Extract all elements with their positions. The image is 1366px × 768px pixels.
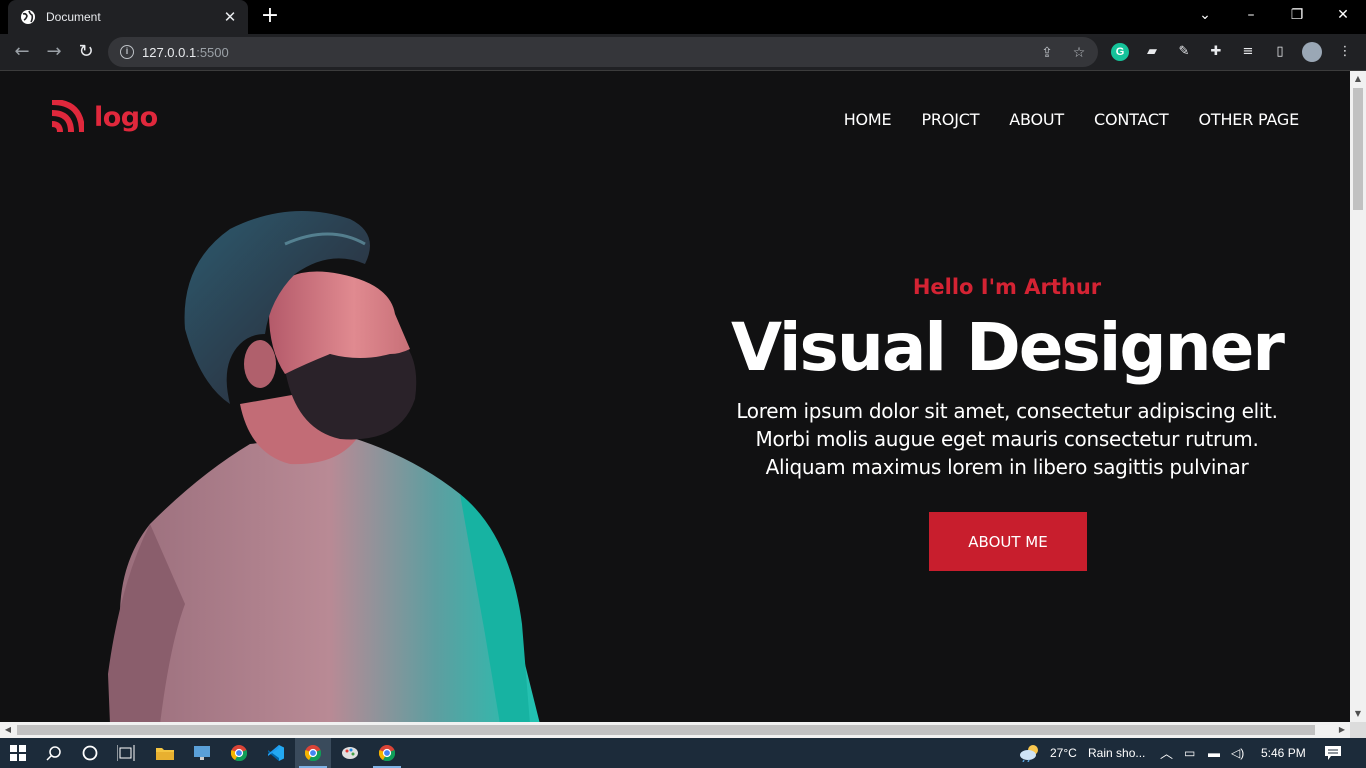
vertical-scroll-thumb[interactable] <box>1353 88 1363 210</box>
task-view-icon[interactable] <box>108 738 144 768</box>
cortana-icon[interactable] <box>72 738 108 768</box>
tab-close-icon[interactable]: ✕ <box>222 8 238 26</box>
pen-extension-icon[interactable]: ✎ <box>1175 43 1193 61</box>
back-button[interactable]: ← <box>9 40 35 66</box>
remote-desktop-icon[interactable] <box>184 738 220 768</box>
share-icon[interactable]: ⇪ <box>1038 44 1056 62</box>
close-window-button[interactable]: ✕ <box>1320 0 1366 32</box>
nav-item-other-page[interactable]: OTHER PAGE <box>1198 110 1299 129</box>
nav-item-project[interactable]: PROJCT <box>921 110 979 129</box>
logo-icon <box>51 100 84 133</box>
file-explorer-icon[interactable] <box>147 738 183 768</box>
hero-description-line: Aliquam maximus lorem in libero sagittis… <box>765 455 1249 479</box>
bookmark-star-icon[interactable]: ☆ <box>1070 44 1088 62</box>
browser-menu-icon[interactable]: ⋮ <box>1336 43 1354 61</box>
main-nav: HOME PROJCT ABOUT CONTACT OTHER PAGE <box>844 110 1300 129</box>
hero-title: Visual Designer <box>731 309 1285 386</box>
extensions-puzzle-icon[interactable]: ✚ <box>1207 43 1225 61</box>
notification-center-icon[interactable] <box>1318 738 1348 768</box>
search-icon[interactable] <box>36 738 72 768</box>
extension-icon[interactable]: ▰ <box>1143 43 1161 61</box>
battery-icon[interactable]: ▬ <box>1208 746 1220 760</box>
network-icon[interactable]: ▭ <box>1184 746 1195 760</box>
tab-title: Document <box>46 10 101 24</box>
chrome-icon[interactable] <box>369 738 405 768</box>
scroll-down-icon[interactable]: ▼ <box>1350 706 1366 722</box>
site-logo[interactable]: logo <box>50 100 158 134</box>
paint-icon[interactable] <box>332 738 368 768</box>
hero-description-line: Morbi molis augue eget mauris consectetu… <box>755 427 1259 451</box>
address-bar[interactable]: i 127.0.0.1:5500 ⇪ ☆ <box>108 37 1098 67</box>
taskbar-clock[interactable]: 5:46 PM <box>1261 746 1306 760</box>
browser-toolbar: ← → ↻ i 127.0.0.1:5500 ⇪ ☆ G ▰ ✎ ✚ ≡ ▯ ⋮ <box>0 34 1366 71</box>
weather-description[interactable]: Rain sho... <box>1088 746 1145 760</box>
windows-start-icon[interactable] <box>0 738 36 768</box>
scroll-up-icon[interactable]: ▲ <box>1350 71 1366 87</box>
nav-item-home[interactable]: HOME <box>844 110 892 129</box>
site-info-icon[interactable]: i <box>120 45 134 59</box>
media-controls-icon[interactable]: ≡ <box>1239 43 1257 61</box>
about-me-button[interactable]: ABOUT ME <box>929 512 1087 571</box>
hero-greeting: Hello I'm Arthur <box>912 275 1102 299</box>
profile-avatar[interactable] <box>1302 42 1322 62</box>
hero-portrait-image <box>108 211 540 722</box>
page-viewport: logo HOME PROJCT ABOUT CONTACT OTHER PAG… <box>0 71 1350 722</box>
reload-button[interactable]: ↻ <box>73 40 99 66</box>
tab-search-icon[interactable]: ⌄ <box>1182 0 1228 32</box>
hero-description: Lorem ipsum dolor sit amet, consectetur … <box>664 397 1350 481</box>
grammarly-extension-icon[interactable]: G <box>1111 43 1129 61</box>
chrome-icon[interactable] <box>295 738 331 768</box>
url-port: :5500 <box>196 44 229 60</box>
chrome-icon[interactable] <box>221 738 257 768</box>
minimize-button[interactable]: – <box>1228 0 1274 32</box>
nav-item-contact[interactable]: CONTACT <box>1094 110 1169 129</box>
vertical-scrollbar[interactable]: ▲ ▼ <box>1350 71 1366 722</box>
horizontal-scrollbar[interactable]: ◀ ▶ <box>0 722 1350 738</box>
side-panel-icon[interactable]: ▯ <box>1271 43 1289 61</box>
vscode-icon[interactable] <box>258 738 294 768</box>
forward-button[interactable]: → <box>41 40 67 66</box>
globe-icon <box>21 10 35 24</box>
url-host: 127.0.0.1 <box>142 44 197 60</box>
hero-description-line: Lorem ipsum dolor sit amet, consectetur … <box>736 399 1278 423</box>
new-tab-button[interactable]: + <box>258 5 282 29</box>
weather-temperature[interactable]: 27°C <box>1050 746 1077 760</box>
nav-item-about[interactable]: ABOUT <box>1009 110 1064 129</box>
browser-tab-strip: Document ✕ + ⌄ – ❐ ✕ <box>0 0 1366 34</box>
restore-button[interactable]: ❐ <box>1274 0 1320 32</box>
scroll-left-icon[interactable]: ◀ <box>0 722 16 738</box>
logo-text: logo <box>94 101 158 133</box>
scrollbar-corner <box>1350 722 1366 738</box>
scroll-right-icon[interactable]: ▶ <box>1334 722 1350 738</box>
browser-tab[interactable]: Document ✕ <box>8 0 248 34</box>
horizontal-scroll-thumb[interactable] <box>17 725 1315 735</box>
windows-taskbar: 27°C Rain sho... ︿ ▭ ▬ ◁) 5:46 PM <box>0 738 1366 768</box>
tray-overflow-chevron-icon[interactable]: ︿ <box>1160 743 1173 762</box>
weather-icon[interactable] <box>1014 738 1046 768</box>
volume-icon[interactable]: ◁) <box>1231 746 1244 760</box>
